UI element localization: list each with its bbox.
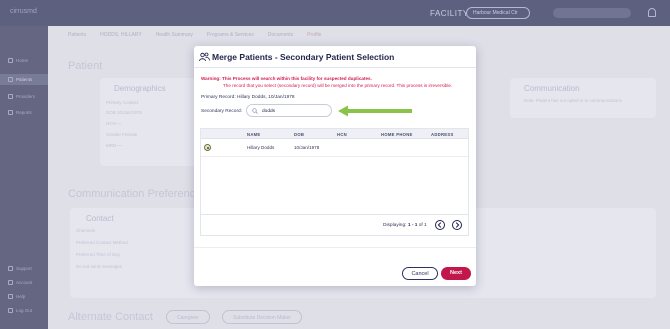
search-input-value: dodds (262, 108, 276, 114)
next-page-button[interactable] (452, 220, 462, 230)
cell-name: Hillary Dodds (247, 145, 275, 150)
table-header: NAME DOB HCN HOME PHONE ADDRESS (201, 129, 468, 139)
column-header-name[interactable]: NAME (247, 132, 261, 137)
search-icon (252, 108, 258, 114)
column-header-address[interactable]: ADDRESS (431, 132, 454, 137)
modal-header: Merge Patients - Secondary Patient Selec… (194, 46, 476, 68)
merge-users-icon (199, 52, 210, 62)
warning-detail: The record that you select (secondary re… (223, 83, 453, 88)
merge-patients-modal: Merge Patients - Secondary Patient Selec… (194, 46, 476, 286)
column-header-dob[interactable]: DOB (294, 132, 304, 137)
cell-dob: 10/Jan/1978 (294, 145, 320, 150)
secondary-record-label: Secondary Record: (201, 109, 243, 114)
previous-page-button[interactable] (435, 220, 445, 230)
warning-message: Warning: This Process will search within… (201, 76, 372, 81)
table-row[interactable]: Hillary Dodds 10/Jan/1978 (201, 139, 468, 157)
column-header-home-phone[interactable]: HOME PHONE (381, 132, 413, 137)
modal-footer-divider (194, 247, 476, 248)
secondary-record-search-input[interactable]: dodds (246, 104, 332, 117)
pagination-bar: Displaying: 1 - 1 of 1 (200, 214, 469, 236)
column-header-hcn[interactable]: HCN (337, 132, 347, 137)
next-button[interactable]: Next (441, 267, 471, 280)
primary-record-text: Primary Record: Hillary Dodds, 10/Jan/19… (201, 95, 295, 100)
modal-title: Merge Patients - Secondary Patient Selec… (212, 52, 395, 62)
pagination-status: Displaying: 1 - 1 of 1 (383, 223, 427, 228)
cancel-button[interactable]: Cancel (402, 267, 438, 280)
chevron-left-icon (437, 222, 442, 228)
chevron-right-icon (455, 222, 460, 228)
annotation-arrow-icon (338, 105, 412, 117)
select-row-radio[interactable] (204, 144, 211, 151)
